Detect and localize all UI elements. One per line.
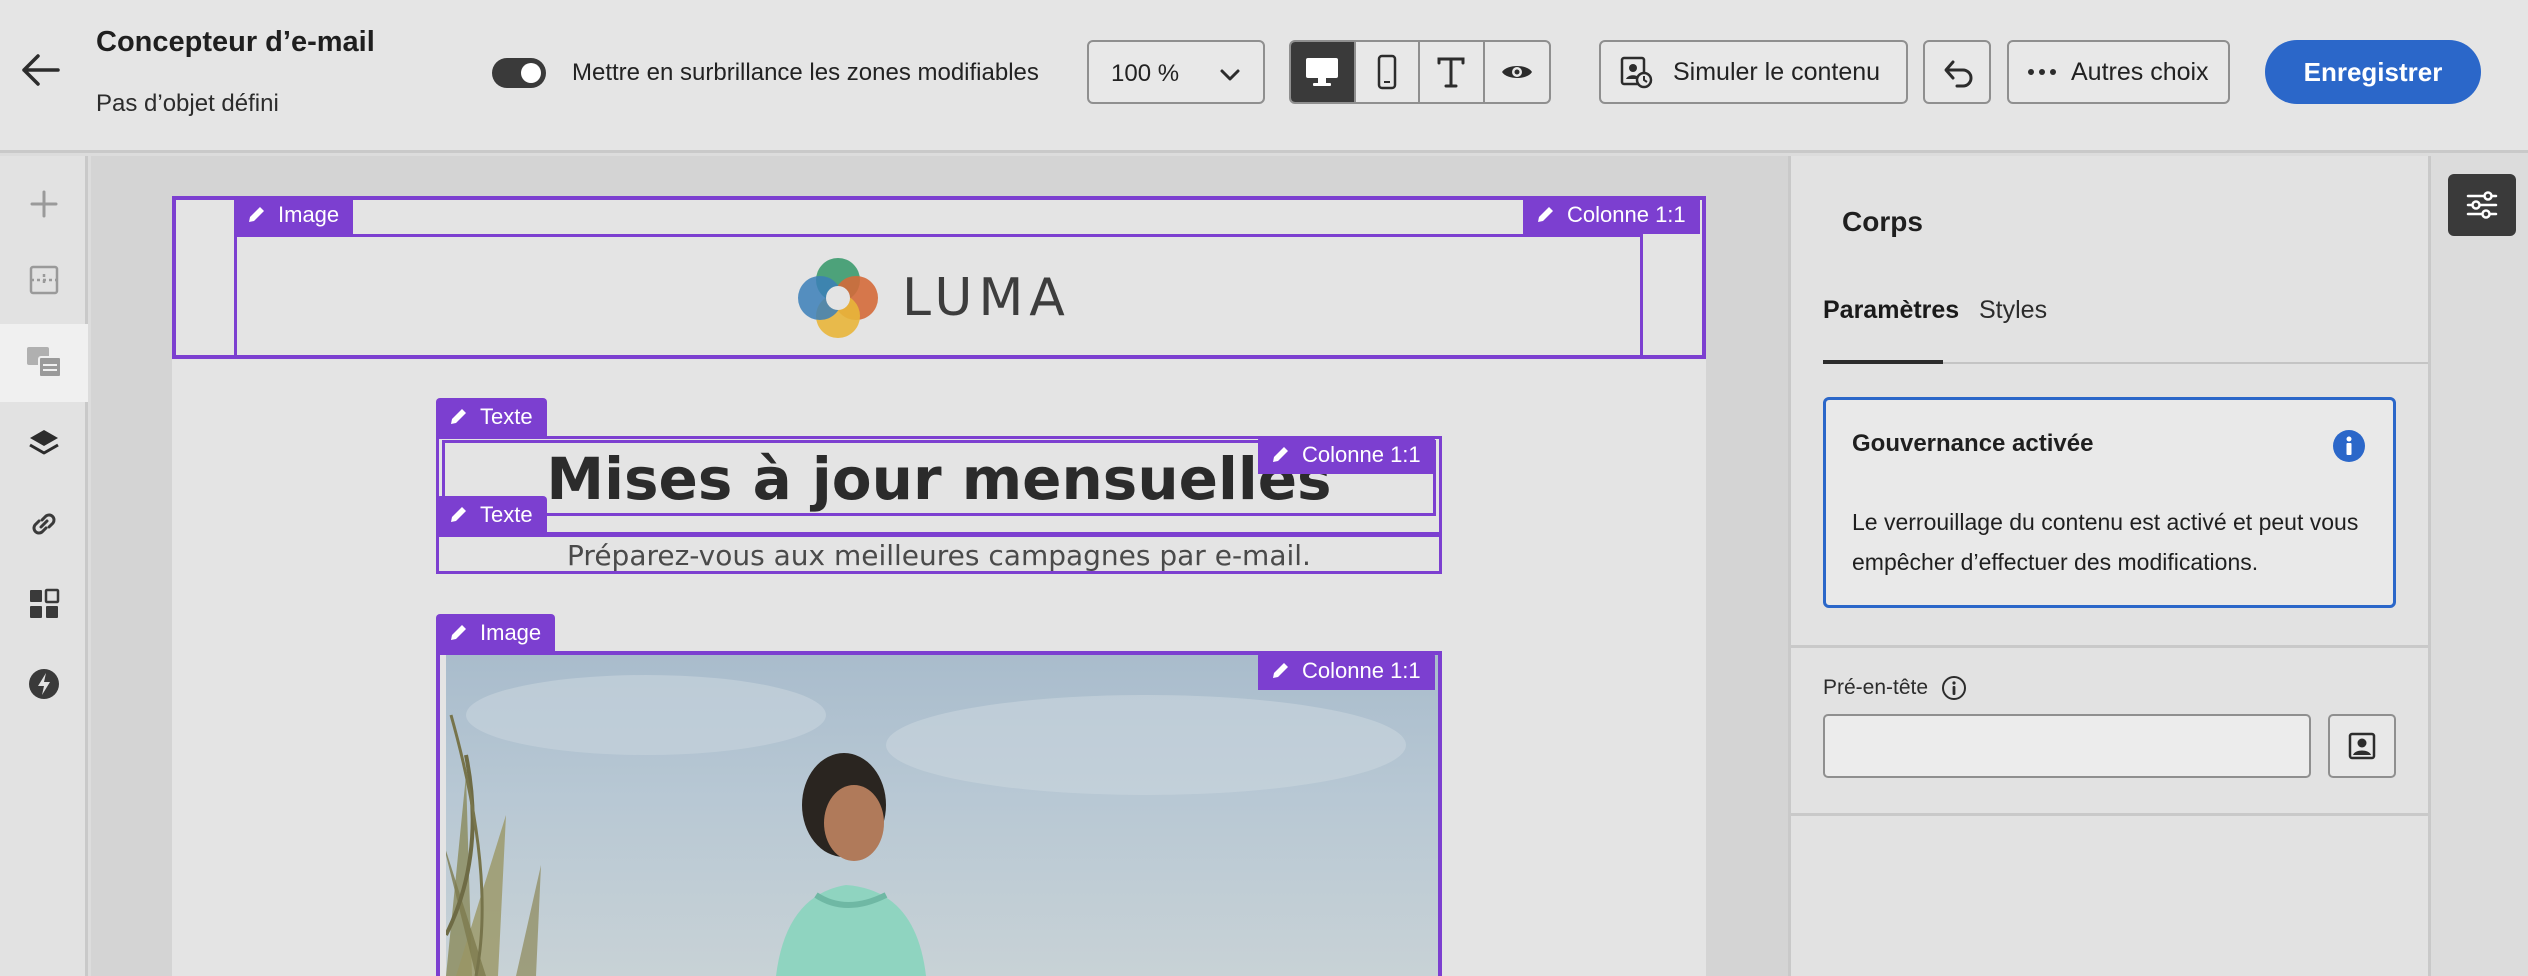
- back-arrow-icon[interactable]: [18, 48, 62, 92]
- header-image-tag[interactable]: Image: [234, 196, 354, 234]
- governance-notice: Gouvernance activée Le verrouillage du c…: [1823, 397, 2396, 608]
- pencil-icon: [1273, 447, 1288, 462]
- hero-image-frame[interactable]: [436, 651, 1442, 976]
- highlight-toggle-label: Mettre en surbrillance les zones modifia…: [572, 59, 1039, 86]
- structure-icon[interactable]: [20, 256, 68, 304]
- tab-styles[interactable]: Styles: [1979, 296, 2047, 347]
- highlight-toggle[interactable]: [492, 58, 546, 88]
- simulate-content-button[interactable]: Simuler le contenu: [1599, 40, 1908, 104]
- zoom-value: 100 %: [1111, 60, 1180, 87]
- simulate-content-label: Simuler le contenu: [1673, 57, 1881, 86]
- section-divider: [1791, 813, 2428, 816]
- app-title: Concepteur d’e-mail: [96, 26, 375, 58]
- governance-title: Gouvernance activée: [1852, 430, 2094, 457]
- add-icon[interactable]: [20, 180, 68, 228]
- text-icon: [1437, 57, 1465, 88]
- governance-message: Le verrouillage du contenu est activé et…: [1852, 509, 2359, 575]
- pencil-icon: [1538, 207, 1553, 222]
- headline-column-tag-label: Colonne 1:1: [1302, 442, 1421, 467]
- editor-canvas: Image Colonne 1:1 LUMA Texte Mises à jou…: [91, 156, 1788, 976]
- luma-logo-mark: [798, 258, 878, 338]
- preview-button[interactable]: [1485, 42, 1549, 102]
- pencil-icon: [1273, 663, 1288, 678]
- section-divider: [1791, 645, 2428, 648]
- email-subject: Pas d’objet défini: [96, 90, 279, 117]
- panel-tabs: Paramètres Styles: [1823, 296, 2428, 364]
- tab-settings[interactable]: Paramètres: [1823, 296, 1959, 347]
- assets-icon[interactable]: [20, 660, 68, 708]
- mobile-icon: [1377, 54, 1396, 90]
- subheadline-text-tag-label: Texte: [480, 502, 533, 527]
- pencil-icon: [451, 409, 466, 424]
- view-mode-group: [1289, 40, 1551, 104]
- undo-icon: [1944, 60, 1973, 88]
- ellipsis-icon: [2028, 69, 2056, 75]
- preheader-info-icon[interactable]: [1941, 675, 1967, 701]
- panel-title: Corps: [1842, 206, 1923, 237]
- personalization-button[interactable]: [2328, 714, 2396, 778]
- properties-panel: Corps Paramètres Styles Gouvernance acti…: [1788, 156, 2428, 976]
- hero-column-tag[interactable]: Colonne 1:1: [1258, 652, 1435, 690]
- email-body: Image Colonne 1:1 LUMA Texte Mises à jou…: [172, 196, 1706, 976]
- desktop-icon: [1306, 58, 1339, 86]
- preheader-label: Pré-en-tête: [1823, 676, 1929, 699]
- luma-logo-text: LUMA: [902, 268, 1071, 328]
- components-icon[interactable]: [20, 580, 68, 628]
- properties-toggle-button[interactable]: [2448, 174, 2516, 236]
- left-toolbar: [0, 156, 88, 976]
- luma-logo: LUMA: [794, 254, 1071, 342]
- fragments-icon[interactable]: [20, 338, 68, 386]
- more-options-button[interactable]: Autres choix: [2007, 40, 2230, 104]
- simulate-icon: [1620, 56, 1653, 89]
- top-bar: Concepteur d’e-mail Pas d’objet défini M…: [0, 0, 2528, 153]
- zoom-select[interactable]: 100 %: [1087, 40, 1265, 104]
- subheadline: Préparez-vous aux meilleures campagnes p…: [567, 539, 1311, 572]
- hero-image-tag-label: Image: [480, 620, 542, 645]
- preheader-input[interactable]: [1823, 714, 2311, 778]
- desktop-view-button[interactable]: [1291, 42, 1356, 102]
- mobile-view-button[interactable]: [1356, 42, 1420, 102]
- header-column-tag-label: Colonne 1:1: [1567, 202, 1686, 227]
- layers-icon[interactable]: [20, 420, 68, 468]
- personalization-icon: [2348, 732, 2376, 760]
- sliders-icon: [2466, 191, 2498, 219]
- links-icon[interactable]: [20, 500, 68, 548]
- hero-image-tag[interactable]: Image: [436, 614, 556, 652]
- text-view-button[interactable]: [1420, 42, 1485, 102]
- header-image-tag-label: Image: [278, 202, 340, 227]
- save-button[interactable]: Enregistrer: [2265, 40, 2481, 104]
- info-icon[interactable]: [2333, 430, 2365, 462]
- headline-text-tag-label: Texte: [480, 404, 533, 429]
- eye-icon: [1501, 66, 1532, 78]
- subheadline-text-tag[interactable]: Texte: [436, 496, 547, 534]
- right-toolbar: [2428, 156, 2528, 976]
- pencil-icon: [451, 625, 466, 640]
- header-column-tag[interactable]: Colonne 1:1: [1523, 196, 1700, 234]
- more-options-label: Autres choix: [2071, 57, 2209, 86]
- chevron-down-icon: [1220, 69, 1240, 81]
- pencil-icon: [451, 507, 466, 522]
- undo-button[interactable]: [1923, 40, 1991, 104]
- headline-column-tag[interactable]: Colonne 1:1: [1258, 436, 1435, 474]
- subheadline-text-frame[interactable]: Préparez-vous aux meilleures campagnes p…: [436, 534, 1442, 574]
- pencil-icon: [249, 207, 264, 222]
- active-tab-indicator: [1823, 360, 1943, 364]
- toggle-knob: [521, 63, 541, 83]
- headline-text-tag[interactable]: Texte: [436, 398, 547, 436]
- hero-column-tag-label: Colonne 1:1: [1302, 658, 1421, 683]
